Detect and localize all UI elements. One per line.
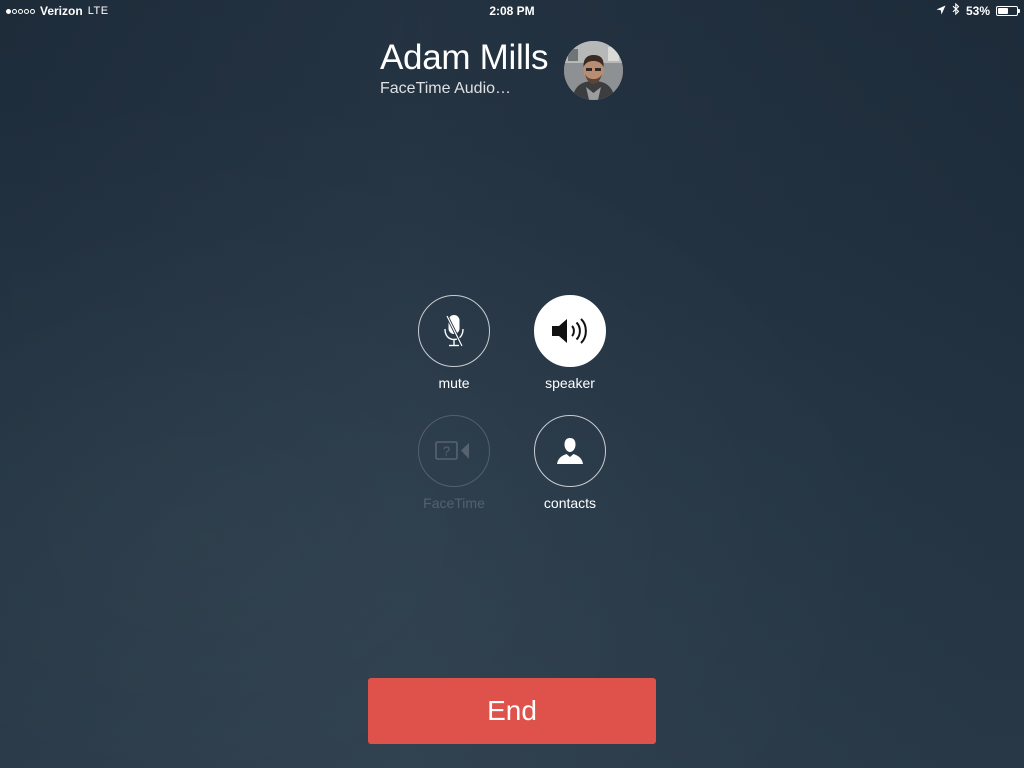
facetime-button[interactable]: ?	[418, 415, 490, 487]
contacts-button[interactable]	[534, 415, 606, 487]
status-time: 2:08 PM	[489, 4, 535, 18]
speaker-label: speaker	[545, 375, 595, 391]
contacts-control: contacts	[510, 415, 630, 511]
avatar-photo	[564, 41, 623, 100]
battery-nub	[1018, 8, 1020, 13]
microphone-muted-icon	[444, 315, 464, 347]
location-arrow-icon	[936, 4, 946, 18]
caller-name: Adam Mills	[380, 38, 549, 77]
mute-control: mute	[394, 295, 514, 391]
bluetooth-icon	[952, 2, 960, 18]
mute-label: mute	[438, 375, 470, 391]
avatar	[564, 41, 623, 100]
facetime-control: ? FaceTime	[394, 415, 514, 511]
speaker-icon	[552, 318, 587, 344]
end-call-button[interactable]: End	[368, 678, 656, 744]
end-call-label: End	[487, 695, 537, 726]
battery-icon	[996, 5, 1020, 16]
speaker-control: speaker	[510, 295, 630, 391]
svg-text:?: ?	[443, 444, 450, 459]
battery-percent: 53%	[965, 3, 990, 18]
battery-fill	[998, 7, 1008, 14]
contact-person-icon	[557, 438, 583, 464]
status-right: 53%	[936, 2, 1020, 18]
facetime-label: FaceTime	[423, 495, 485, 511]
contacts-label: contacts	[543, 495, 597, 511]
call-status: FaceTime Audio…	[380, 80, 512, 97]
status-bar: Verizon LTE 2:08 PM 53%	[0, 0, 1024, 22]
speaker-button[interactable]	[534, 295, 606, 367]
mute-button[interactable]	[418, 295, 490, 367]
facetime-video-icon: ?	[435, 441, 469, 460]
